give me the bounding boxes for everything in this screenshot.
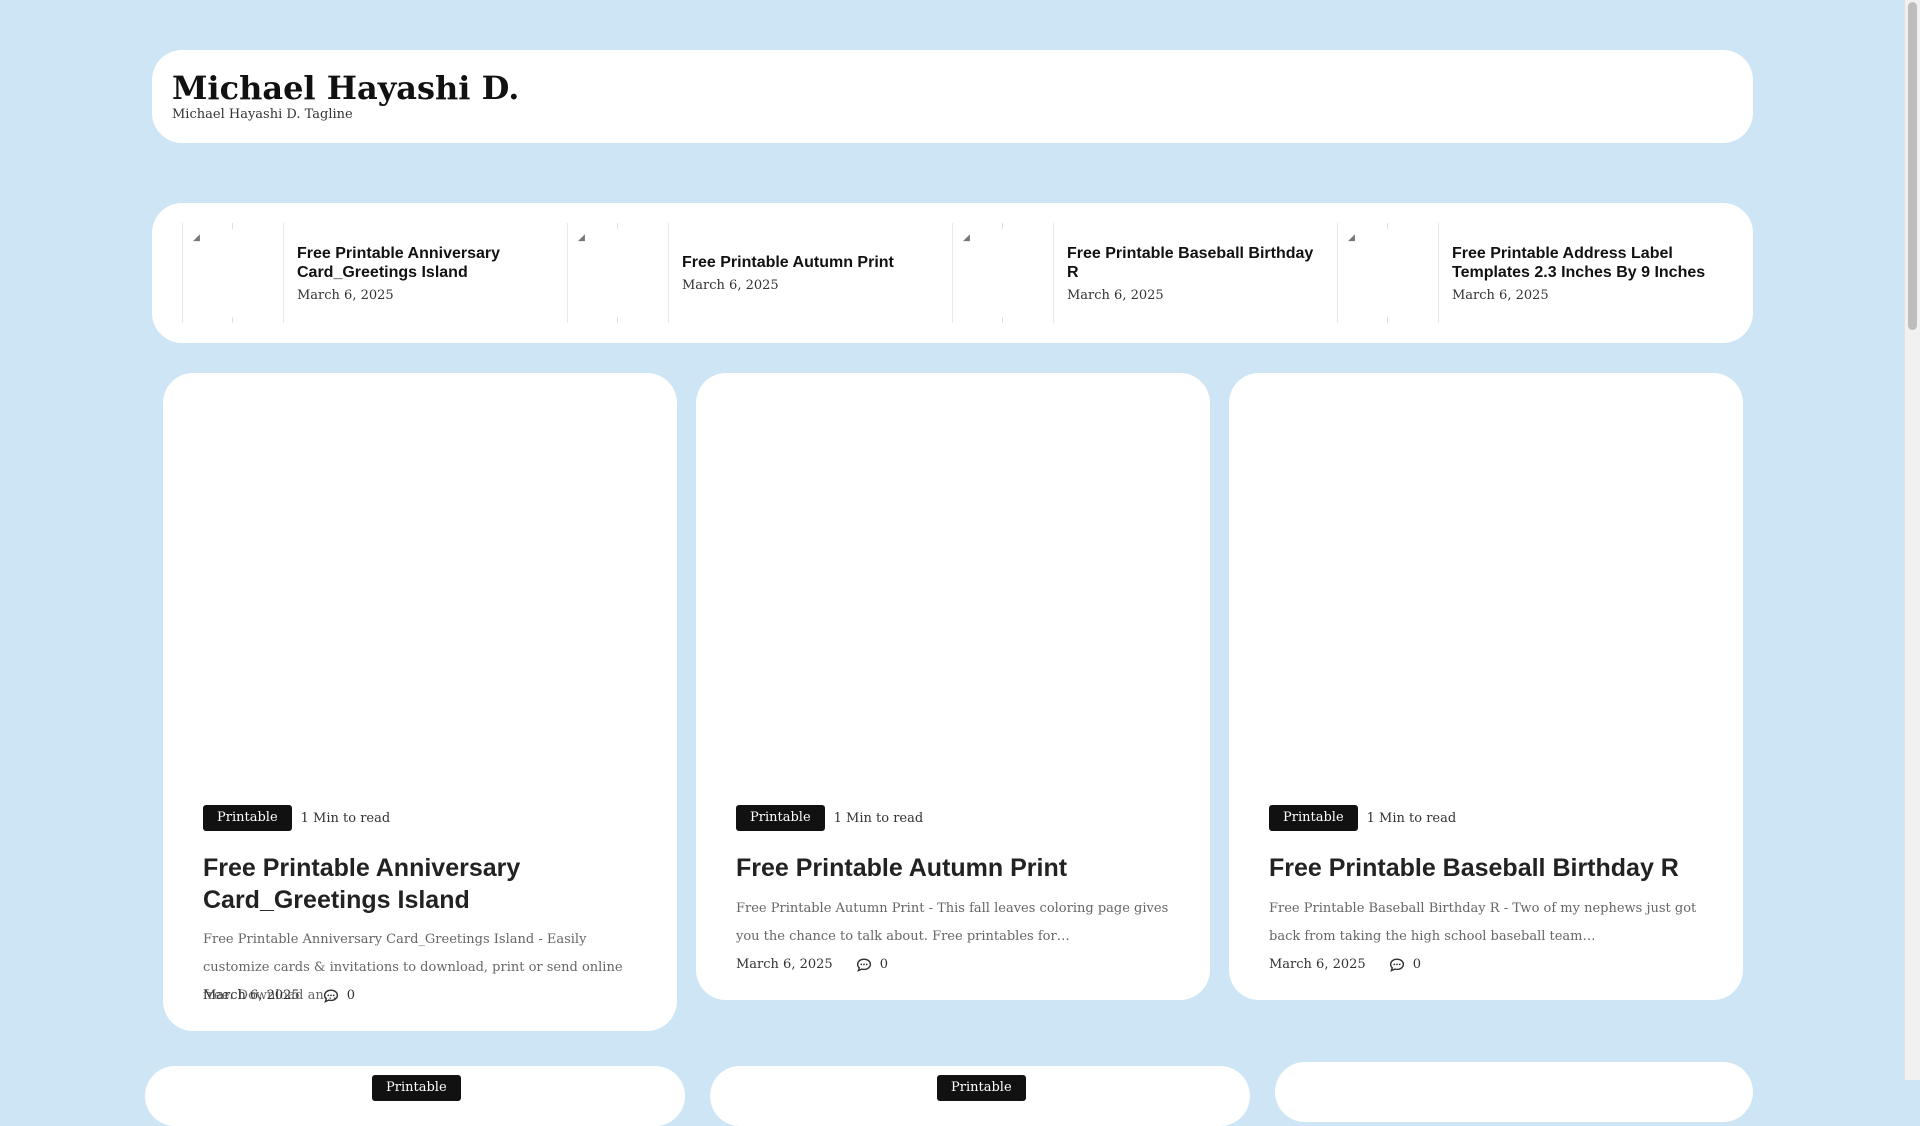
recent-post-thumbnail[interactable]: ◢ bbox=[952, 223, 1054, 323]
recent-post-title[interactable]: Free Printable Address Label Templates 2… bbox=[1452, 244, 1707, 282]
post-card-date: March 6, 2025 bbox=[203, 988, 300, 1003]
category-badge[interactable]: Printable bbox=[736, 805, 825, 831]
comment-icon[interactable] bbox=[1389, 957, 1405, 972]
comment-icon[interactable] bbox=[323, 988, 339, 1003]
post-card: Printable 1 Min to read Free Printable A… bbox=[163, 373, 677, 1031]
recent-post[interactable]: ◢ Free Printable Anniversary Card_Greeti… bbox=[152, 223, 522, 323]
category-badge[interactable]: Printable bbox=[937, 1075, 1026, 1101]
recent-posts-strip: ◢ Free Printable Anniversary Card_Greeti… bbox=[152, 203, 1753, 343]
post-card: Printable 1 Min to read Free Printable B… bbox=[1229, 373, 1743, 1000]
recent-post-thumbnail[interactable]: ◢ bbox=[567, 223, 669, 323]
post-card: Printable bbox=[145, 1066, 685, 1126]
comment-count[interactable]: 0 bbox=[880, 957, 888, 972]
post-card-date: March 6, 2025 bbox=[1269, 957, 1366, 972]
category-badge[interactable]: Printable bbox=[372, 1075, 461, 1101]
post-card-date: March 6, 2025 bbox=[736, 957, 833, 972]
category-badge[interactable]: Printable bbox=[203, 805, 292, 831]
recent-post-date: March 6, 2025 bbox=[1067, 287, 1164, 303]
post-card: Printable bbox=[710, 1066, 1250, 1126]
recent-post-date: March 6, 2025 bbox=[1452, 287, 1549, 303]
post-card-title[interactable]: Free Printable Autumn Print bbox=[736, 852, 1176, 884]
post-card-excerpt: Free Printable Autumn Print - This fall … bbox=[736, 901, 1169, 944]
recent-post-title[interactable]: Free Printable Baseball Birthday R bbox=[1067, 244, 1322, 282]
broken-image-icon: ◢ bbox=[578, 233, 585, 243]
site-title[interactable]: Michael Hayashi D. bbox=[172, 72, 519, 104]
post-card-image[interactable] bbox=[1229, 373, 1743, 793]
read-time: 1 Min to read bbox=[833, 810, 924, 826]
recent-post[interactable]: ◢ Free Printable Autumn Print March 6, 2… bbox=[537, 223, 907, 323]
post-card: Printable 1 Min to read Free Printable A… bbox=[696, 373, 1210, 1000]
site-tagline: Michael Hayashi D. Tagline bbox=[172, 107, 353, 122]
recent-post-title[interactable]: Free Printable Anniversary Card_Greeting… bbox=[297, 244, 552, 282]
recent-post-title[interactable]: Free Printable Autumn Print bbox=[682, 253, 937, 272]
scrollbar-thumb[interactable] bbox=[1908, 2, 1917, 330]
post-card-title[interactable]: Free Printable Anniversary Card_Greeting… bbox=[203, 852, 643, 916]
post-card bbox=[1275, 1062, 1753, 1122]
recent-post[interactable]: ◢ Free Printable Baseball Birthday R Mar… bbox=[922, 223, 1313, 323]
broken-image-icon: ◢ bbox=[193, 233, 200, 243]
recent-post-date: March 6, 2025 bbox=[682, 278, 779, 293]
scrollbar[interactable] bbox=[1904, 0, 1920, 1080]
read-time: 1 Min to read bbox=[1366, 810, 1457, 826]
comment-count[interactable]: 0 bbox=[347, 988, 355, 1003]
post-card-title[interactable]: Free Printable Baseball Birthday R bbox=[1269, 852, 1709, 884]
recent-post-thumbnail[interactable]: ◢ bbox=[1337, 223, 1439, 323]
comment-icon[interactable] bbox=[856, 957, 872, 972]
category-badge[interactable]: Printable bbox=[1269, 805, 1358, 831]
broken-image-icon: ◢ bbox=[1348, 233, 1355, 243]
comment-count[interactable]: 0 bbox=[1413, 957, 1421, 972]
recent-post-thumbnail[interactable]: ◢ bbox=[182, 223, 284, 323]
post-card-excerpt: Free Printable Baseball Birthday R - Two… bbox=[1269, 901, 1697, 944]
post-card-image[interactable] bbox=[696, 373, 1210, 793]
broken-image-icon: ◢ bbox=[963, 233, 970, 243]
recent-post-date: March 6, 2025 bbox=[297, 287, 394, 303]
site-header: Michael Hayashi D. Michael Hayashi D. Ta… bbox=[152, 50, 1753, 143]
post-card-image[interactable] bbox=[163, 373, 677, 793]
recent-post[interactable]: ◢ Free Printable Address Label Templates… bbox=[1307, 223, 1705, 323]
read-time: 1 Min to read bbox=[300, 810, 391, 826]
